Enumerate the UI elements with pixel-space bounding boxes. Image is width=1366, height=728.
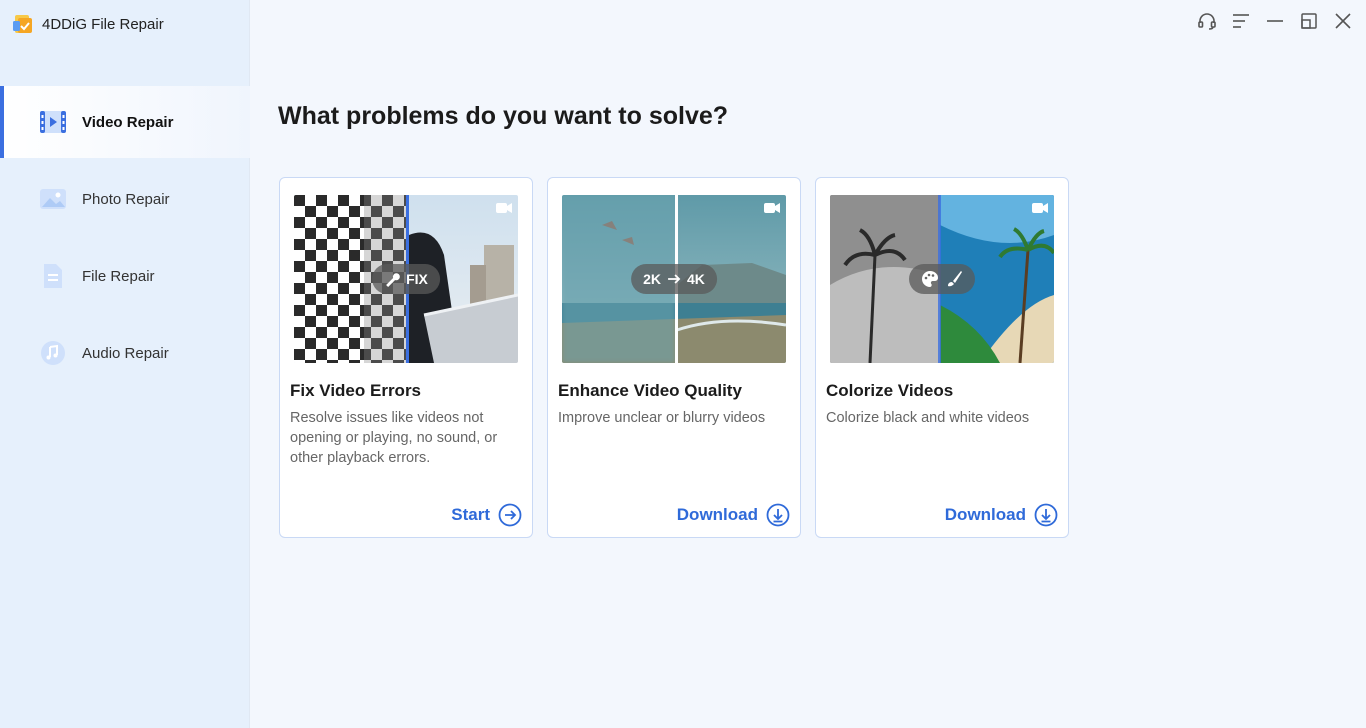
sidebar-item-label: File Repair	[82, 267, 155, 285]
card-description: Improve unclear or blurry videos	[558, 410, 766, 426]
window-controls	[1196, 10, 1354, 32]
start-button[interactable]: Start	[451, 503, 522, 527]
music-icon	[38, 338, 68, 368]
card-fix-video-errors[interactable]: FIX Fix Video Errors Resolve issues like…	[279, 177, 533, 538]
download-button[interactable]: Download	[945, 503, 1058, 527]
card-title: Enhance Video Quality	[558, 381, 742, 400]
sidebar-item-label: Video Repair	[82, 113, 174, 131]
download-button-label: Download	[676, 505, 758, 524]
card-title: Colorize Videos	[826, 381, 954, 400]
minimize-icon[interactable]	[1264, 10, 1286, 32]
video-camera-icon	[1032, 203, 1048, 213]
sidebar-nav: Video Repair Photo Repair File Repair Au…	[0, 86, 250, 394]
app-title-bar: 4DDiG File Repair	[12, 12, 164, 36]
download-button-label: Download	[944, 505, 1026, 524]
sidebar-item-photo-repair[interactable]: Photo Repair	[0, 163, 250, 235]
video-icon	[38, 107, 68, 137]
restore-icon[interactable]	[1298, 10, 1320, 32]
fix-badge: FIX	[372, 264, 440, 294]
resolution-to: 4K	[687, 271, 705, 287]
arrow-right-icon	[668, 274, 681, 284]
download-button[interactable]: Download	[677, 503, 790, 527]
video-camera-icon	[496, 203, 512, 213]
resolution-badge: 2K 4K	[631, 264, 717, 294]
palette-icon	[922, 271, 938, 287]
enhance-video-thumbnail: 2K 4K	[562, 195, 786, 363]
video-camera-icon	[764, 203, 780, 213]
feature-cards: FIX Fix Video Errors Resolve issues like…	[279, 177, 1069, 538]
download-circle-icon	[1034, 503, 1058, 527]
sidebar-item-label: Audio Repair	[82, 344, 169, 362]
headset-icon[interactable]	[1196, 10, 1218, 32]
close-icon[interactable]	[1332, 10, 1354, 32]
card-colorize-videos[interactable]: Colorize Videos Colorize black and white…	[815, 177, 1069, 538]
card-description: Resolve issues like videos not opening o…	[290, 410, 498, 466]
brush-icon	[948, 271, 962, 287]
colorize-video-thumbnail	[830, 195, 1054, 363]
sidebar-item-label: Photo Repair	[82, 190, 170, 208]
sidebar-item-file-repair[interactable]: File Repair	[0, 240, 250, 312]
card-description: Colorize black and white videos	[826, 410, 1030, 426]
sidebar-item-video-repair[interactable]: Video Repair	[0, 86, 250, 158]
menu-icon[interactable]	[1230, 10, 1252, 32]
start-button-label: Start	[451, 505, 490, 524]
photo-icon	[38, 184, 68, 214]
arrow-right-circle-icon	[498, 503, 522, 527]
colorize-badge	[909, 264, 975, 294]
sidebar-item-audio-repair[interactable]: Audio Repair	[0, 317, 250, 389]
fix-badge-label: FIX	[406, 271, 428, 287]
wrench-icon	[386, 273, 400, 287]
sidebar: 4DDiG File Repair Video Repair Photo Rep…	[0, 0, 250, 728]
file-icon	[38, 261, 68, 291]
resolution-from: 2K	[643, 271, 661, 287]
fix-video-thumbnail: FIX	[294, 195, 518, 363]
download-circle-icon	[766, 503, 790, 527]
app-title: 4DDiG File Repair	[42, 15, 164, 33]
page-title: What problems do you want to solve?	[278, 102, 729, 130]
card-enhance-video-quality[interactable]: 2K 4K Enhance Video Quality Improve uncl…	[547, 177, 801, 538]
app-logo-icon	[12, 13, 34, 35]
card-title: Fix Video Errors	[290, 381, 422, 400]
